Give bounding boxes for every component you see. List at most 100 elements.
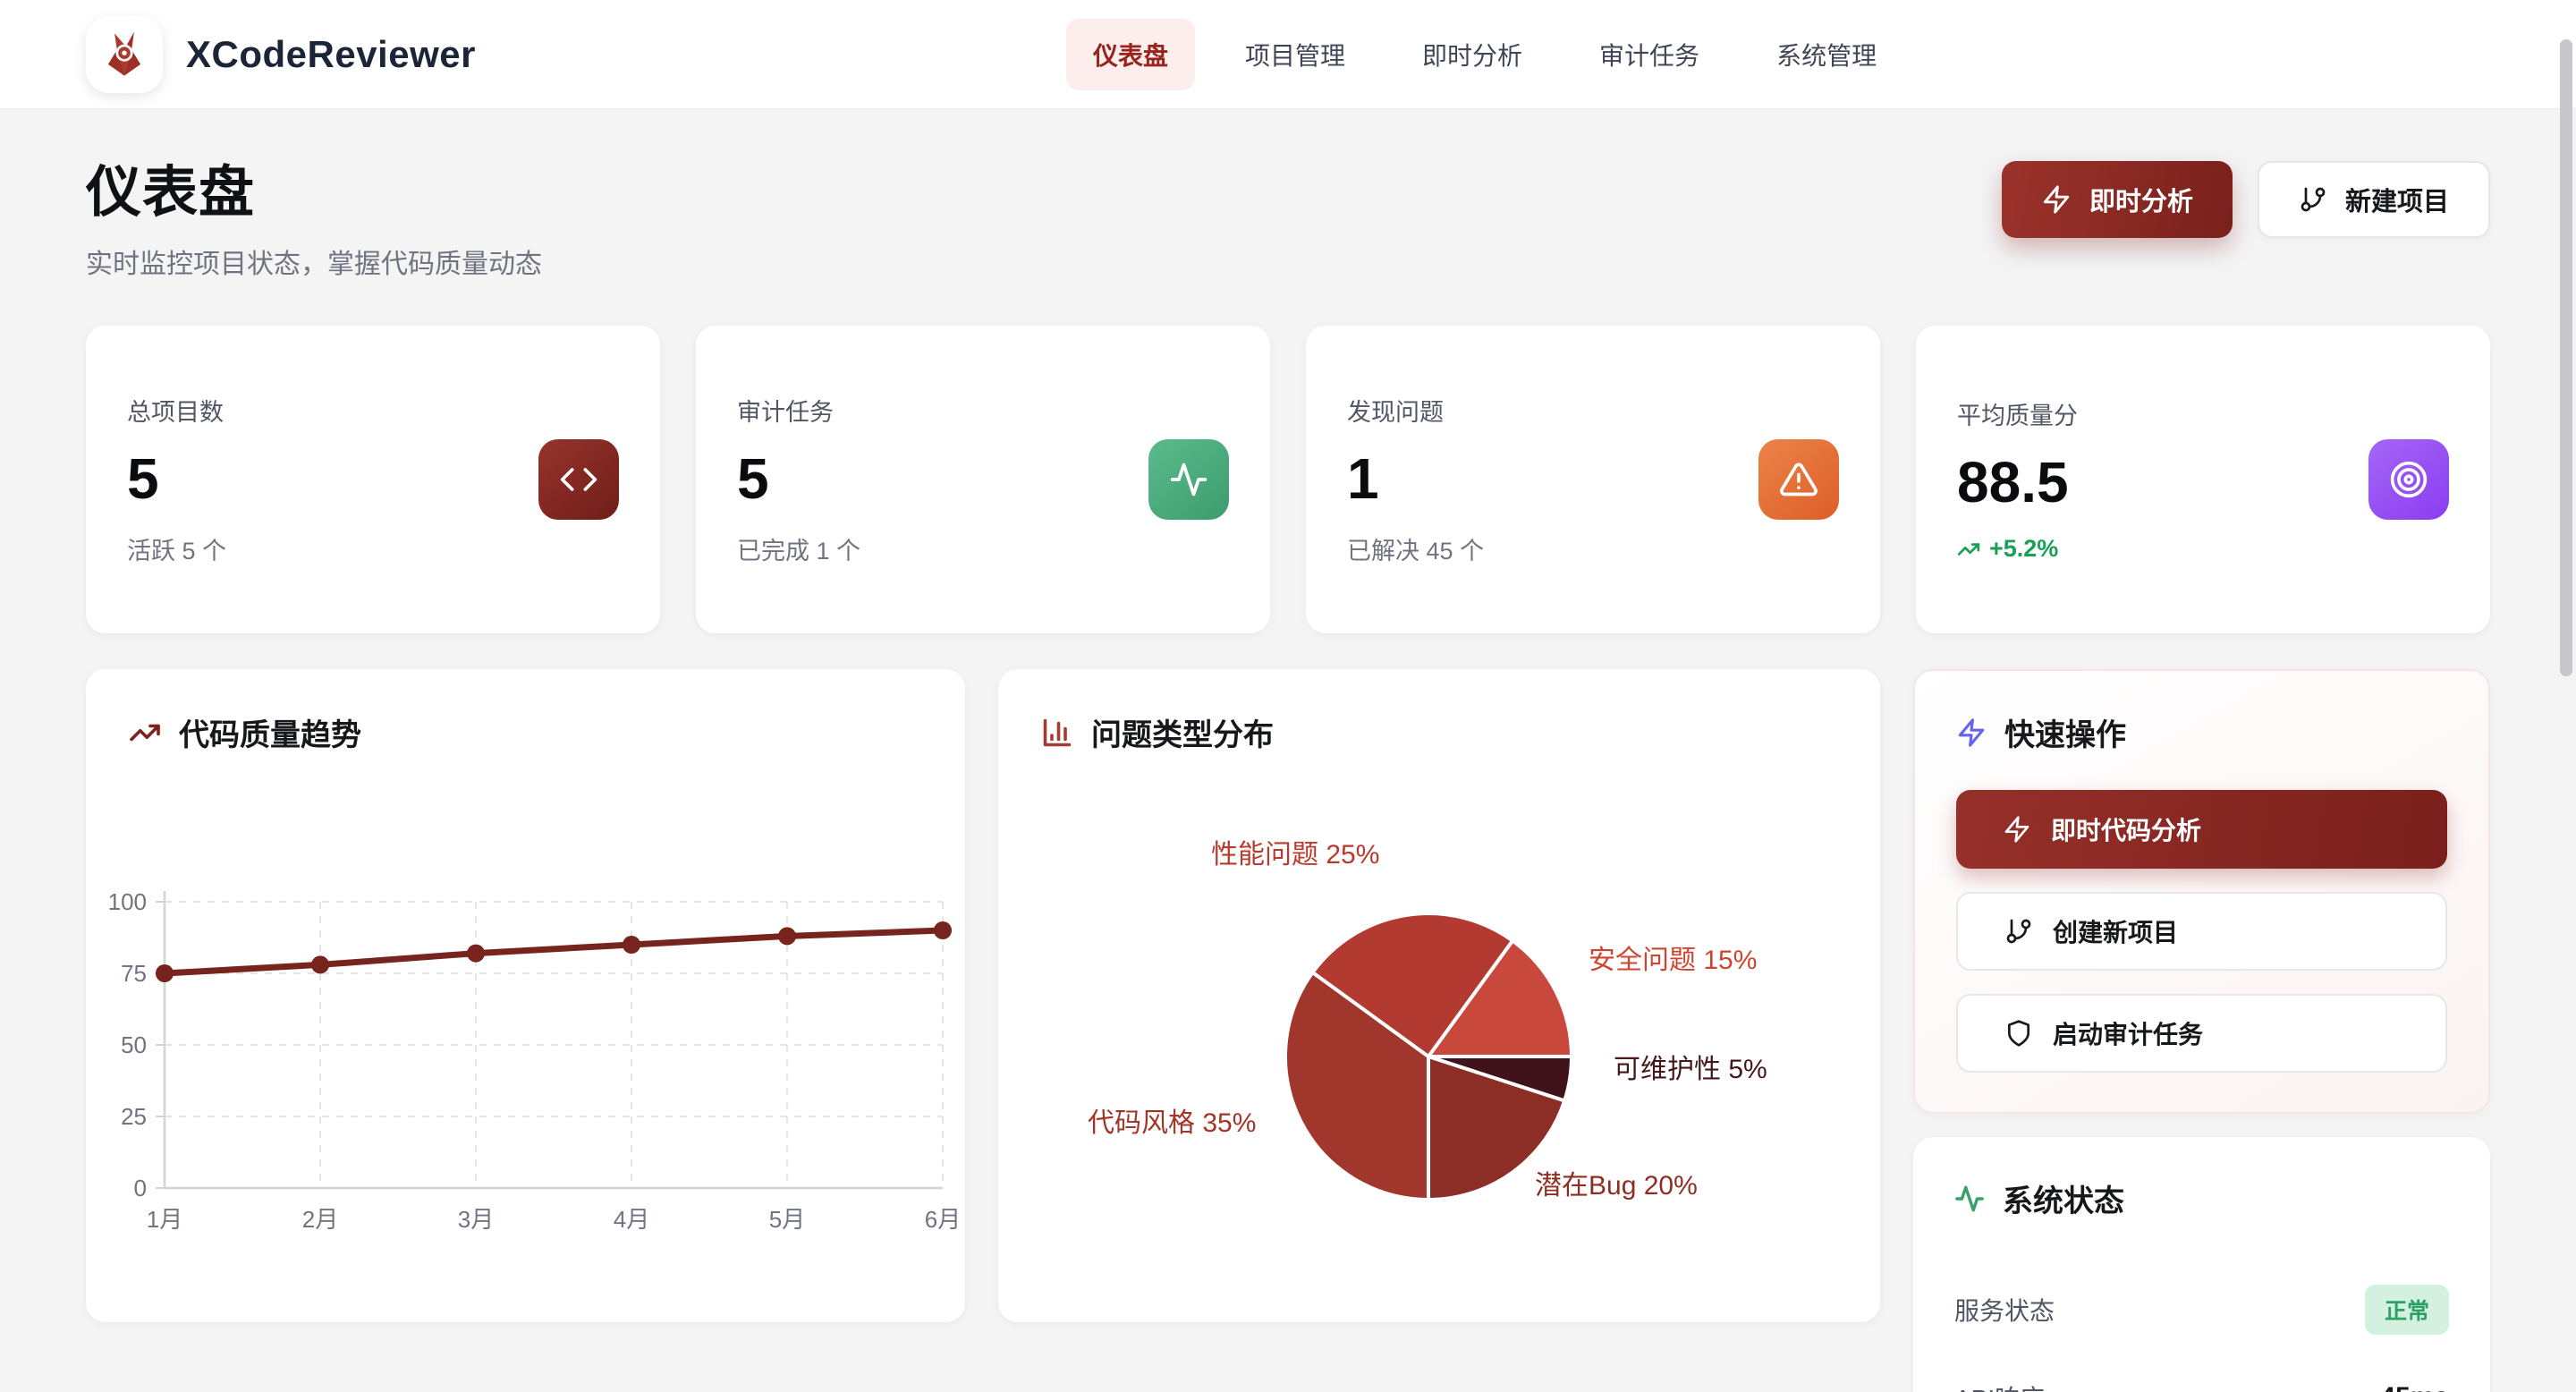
stat-card-text: 总项目数5活跃 5 个 [127, 393, 226, 566]
activity-icon [1148, 439, 1229, 520]
git-branch-icon [2299, 185, 2327, 214]
svg-text:5月: 5月 [769, 1206, 805, 1233]
brand: XCodeReviewer [86, 16, 476, 93]
issue-distribution-card: 问题类型分布 安全问题 15%可维护性 5%潜在Bug 20%代码风格 35%性… [998, 669, 1880, 1322]
status-label: 服务状态 [1954, 1292, 2055, 1328]
status-badge: 正常 [2365, 1285, 2449, 1335]
svg-text:25: 25 [121, 1103, 147, 1130]
quick-action-2-button[interactable]: 创建新项目 [1956, 892, 2447, 971]
brand-name: XCodeReviewer [186, 33, 476, 76]
stat-sub-text: +5.2% [1989, 535, 2058, 563]
target-icon [2368, 439, 2449, 520]
pie-label-3: 潜在Bug 20% [1535, 1163, 1698, 1202]
zap-icon [1956, 717, 1987, 748]
shield-icon [2004, 1019, 2033, 1048]
stat-card-1: 总项目数5活跃 5 个 [86, 326, 660, 633]
status-row-2: API响应 45ms [1954, 1379, 2449, 1392]
instant-analysis-button[interactable]: 即时分析 [2002, 161, 2233, 238]
stat-sub: 活跃 5 个 [127, 531, 226, 566]
svg-text:3月: 3月 [458, 1206, 494, 1233]
nav-item-2[interactable]: 项目管理 [1218, 19, 1372, 90]
stat-sub-text: 活跃 5 个 [127, 531, 226, 566]
quick-action-label: 即时代码分析 [2051, 811, 2201, 847]
zap-icon [2041, 184, 2072, 215]
nav-item-1[interactable]: 仪表盘 [1066, 19, 1195, 90]
dashboard-page: 仪表盘 实时监控项目状态，掌握代码质量动态 即时分析 新建项目 总项目数5活跃 … [0, 147, 2576, 1392]
quick-action-label: 启动审计任务 [2053, 1015, 2203, 1051]
app-logo-icon [86, 16, 163, 93]
system-status-title: 系统状态 [2003, 1176, 2124, 1220]
svg-text:1月: 1月 [147, 1206, 182, 1233]
quality-trend-card: 代码质量趋势 0 25 50 75 100 1月 2月 3月 4月 5月 6月 [86, 669, 965, 1322]
status-row-1: 服务状态 正常 [1954, 1285, 2449, 1335]
quick-actions-card: 快速操作 即时代码分析创建新项目启动审计任务 [1913, 669, 2490, 1114]
quick-action-1-button[interactable]: 即时代码分析 [1956, 790, 2447, 869]
system-status-rows: 服务状态 正常 API响应 45ms [1954, 1285, 2449, 1392]
pie-label-1: 安全问题 15% [1589, 938, 1757, 977]
stat-label: 审计任务 [737, 393, 860, 428]
right-column: 快速操作 即时代码分析创建新项目启动审计任务 系统状态 服务状态 正常 API响应 4… [1913, 669, 2490, 1392]
quick-actions-title-row: 快速操作 [1956, 710, 2447, 754]
stat-card-text: 平均质量分 88.5 +5.2% [1957, 396, 2078, 563]
new-project-label: 新建项目 [2345, 181, 2449, 218]
instant-analysis-label: 即时分析 [2089, 181, 2193, 218]
stat-label: 平均质量分 [1957, 396, 2078, 431]
svg-text:75: 75 [121, 960, 147, 987]
svg-text:2月: 2月 [302, 1206, 338, 1233]
page-title: 仪表盘 [86, 147, 542, 227]
stat-card-3: 发现问题1已解决 45 个 [1306, 326, 1880, 633]
git-branch-icon [2004, 917, 2033, 946]
status-value: 45ms [2380, 1382, 2449, 1392]
scrollbar-thumb[interactable] [2560, 39, 2572, 676]
nav-item-5[interactable]: 系统管理 [1750, 19, 1903, 90]
code-icon [538, 439, 619, 520]
quick-action-label: 创建新项目 [2053, 913, 2178, 949]
charts-row: 代码质量趋势 02550751001月2月3月4月5月6月 问题类型分布 安全问… [86, 669, 2490, 1392]
stat-card-text: 审计任务 5 已完成 1 个 [737, 393, 860, 566]
quality-trend-line-chart: 0 25 50 75 100 1月 2月 3月 4月 5月 6月 [86, 768, 965, 1286]
pie-label-4: 代码风格 35% [1088, 1100, 1256, 1140]
svg-text:0: 0 [134, 1175, 147, 1201]
nav-item-4[interactable]: 审计任务 [1572, 19, 1726, 90]
svg-text:50: 50 [121, 1031, 147, 1058]
quick-actions-title: 快速操作 [2004, 710, 2126, 754]
page-subtitle: 实时监控项目状态，掌握代码质量动态 [86, 242, 542, 281]
pie-label-5: 性能问题 25% [1211, 832, 1379, 871]
issue-distribution-pie-chart [998, 669, 1880, 1322]
pie-label-2: 可维护性 5% [1614, 1047, 1767, 1086]
stat-card-text: 发现问题1已解决 45 个 [1347, 393, 1484, 566]
stat-card-2: 审计任务 5 已完成 1 个 [696, 326, 1270, 633]
quality-trend-title: 代码质量趋势 [179, 710, 361, 754]
system-status-title-row: 系统状态 [1954, 1176, 2449, 1220]
svg-text:100: 100 [108, 888, 147, 915]
page-header: 仪表盘 实时监控项目状态，掌握代码质量动态 即时分析 新建项目 [86, 147, 2490, 281]
stat-value: 5 [737, 446, 860, 512]
stats-row: 总项目数5活跃 5 个审计任务5已完成 1 个发现问题1已解决 45 个平均质量… [86, 326, 2490, 633]
alert-triangle-icon [1758, 439, 1839, 520]
stat-value: 88.5 [1957, 449, 2078, 515]
quality-trend-title-row: 代码质量趋势 [129, 710, 922, 754]
stat-card-4: 平均质量分 88.5 +5.2% [1916, 326, 2490, 633]
trend-up-icon [1957, 538, 1980, 561]
activity-icon [1954, 1184, 1985, 1214]
stat-sub: 已完成 1 个 [737, 531, 860, 566]
stat-sub-text: 已完成 1 个 [737, 531, 860, 566]
quick-action-3-button[interactable]: 启动审计任务 [1956, 994, 2447, 1073]
new-project-button[interactable]: 新建项目 [2258, 161, 2490, 238]
svg-text:6月: 6月 [925, 1206, 961, 1233]
nav-item-3[interactable]: 即时分析 [1395, 19, 1549, 90]
svg-text:4月: 4月 [614, 1206, 649, 1233]
trending-up-icon [129, 717, 161, 749]
stat-sub: +5.2% [1957, 535, 2078, 563]
system-status-card: 系统状态 服务状态 正常 API响应 45ms [1913, 1137, 2490, 1392]
status-label: API响应 [1954, 1379, 2045, 1392]
zap-icon [2003, 815, 2031, 844]
header-actions: 即时分析 新建项目 [2002, 161, 2490, 238]
quick-actions-list: 即时代码分析创建新项目启动审计任务 [1956, 790, 2447, 1073]
stat-sub: 已解决 45 个 [1347, 531, 1484, 566]
page-header-text: 仪表盘 实时监控项目状态，掌握代码质量动态 [86, 147, 542, 281]
top-navbar: XCodeReviewer 仪表盘项目管理即时分析审计任务系统管理 [0, 0, 2576, 109]
stat-sub-text: 已解决 45 个 [1347, 531, 1484, 566]
stat-value: 1 [1347, 446, 1484, 512]
stat-value: 5 [127, 446, 226, 512]
